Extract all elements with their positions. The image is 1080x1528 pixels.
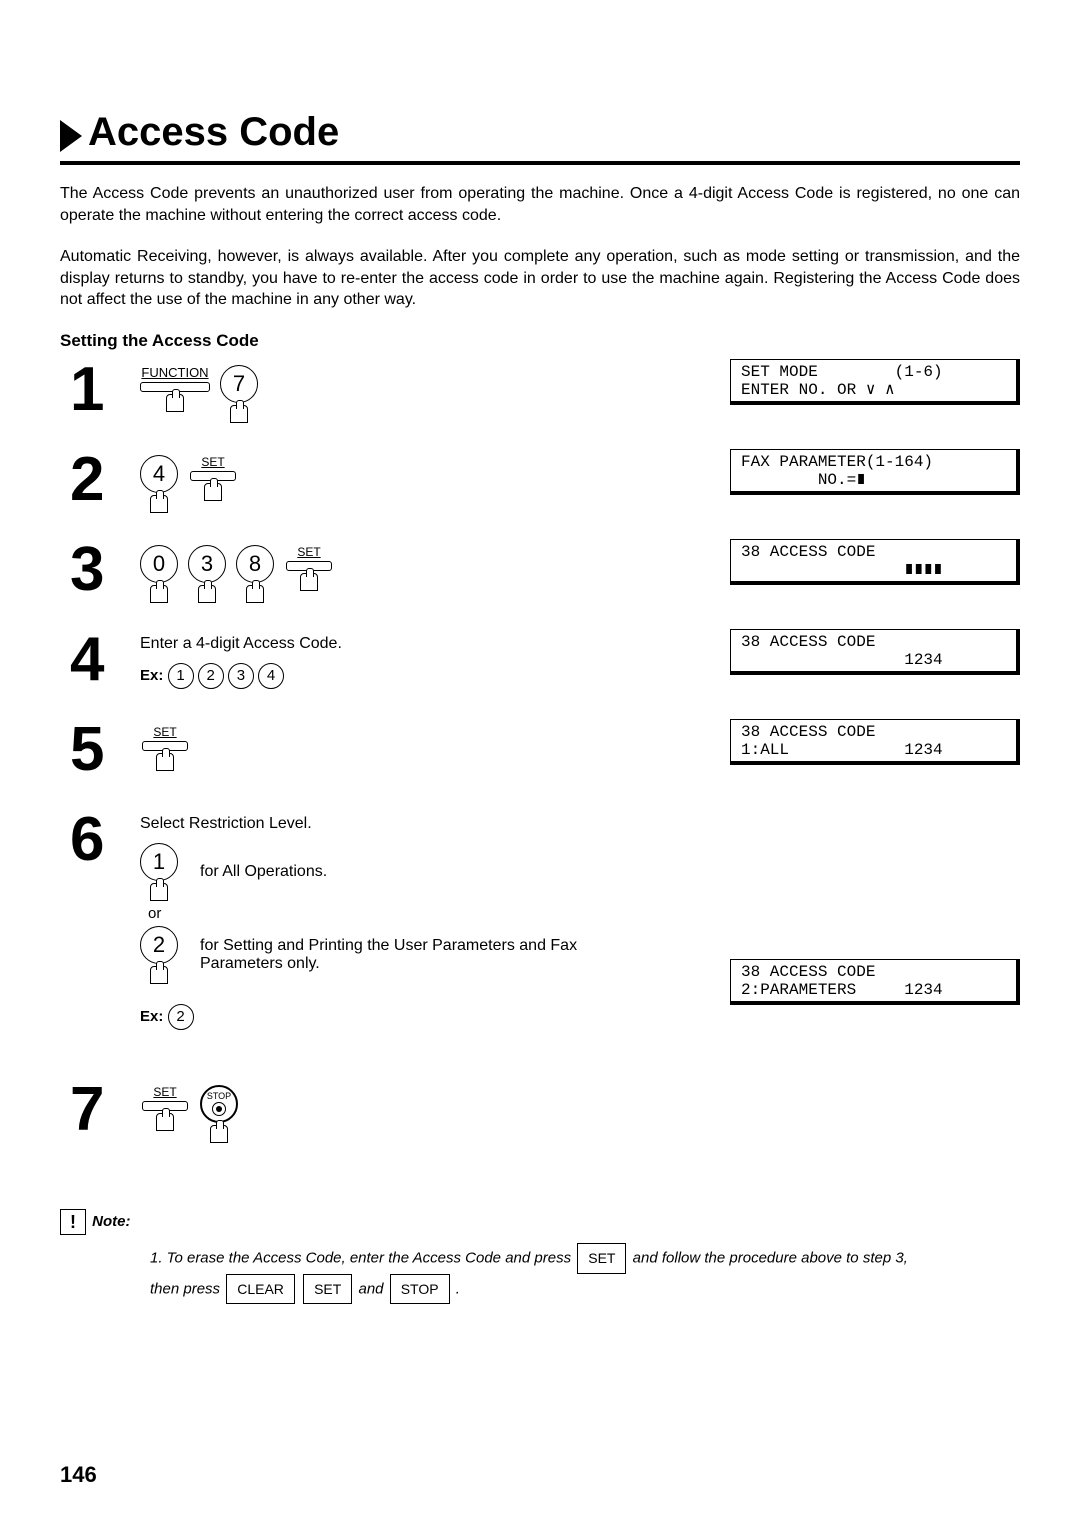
alert-icon: ! bbox=[60, 1209, 86, 1235]
press-icon bbox=[210, 1125, 228, 1143]
digit-label: 3 bbox=[188, 545, 226, 583]
step-number: 2 bbox=[60, 449, 140, 511]
digit-label: 1 bbox=[140, 843, 178, 881]
digit-key-7: 7 bbox=[220, 365, 258, 423]
digit-key-3: 3 bbox=[188, 545, 226, 603]
press-icon bbox=[150, 966, 168, 984]
set-key: SET bbox=[188, 455, 238, 501]
title-block: Access Code bbox=[60, 110, 1020, 165]
step-7: 7 SET STOP bbox=[60, 1079, 1020, 1159]
step-6: 6 Select Restriction Level. 1 for All Op… bbox=[60, 809, 1020, 1069]
step-text: Enter a 4-digit Access Code. bbox=[140, 635, 710, 653]
note-text: and bbox=[358, 1280, 387, 1297]
digit-key-3: 3 bbox=[228, 663, 254, 689]
lcd-display: 38 ACCESS CODE 1234 bbox=[730, 629, 1020, 675]
stop-circle-icon: STOP bbox=[200, 1085, 238, 1123]
press-icon bbox=[150, 585, 168, 603]
digit-label: 2 bbox=[140, 926, 178, 964]
stop-key: STOP bbox=[200, 1085, 238, 1143]
set-label: SET bbox=[140, 725, 190, 739]
set-key: SET bbox=[284, 545, 334, 591]
press-icon bbox=[166, 394, 184, 412]
set-button-box: SET bbox=[577, 1243, 626, 1274]
lcd-display: SET MODE (1-6) ENTER NO. OR ∨ ∧ bbox=[730, 359, 1020, 405]
digit-key-2: 2 bbox=[140, 926, 178, 984]
lcd-display: 38 ACCESS CODE 2:PARAMETERS 1234 bbox=[730, 959, 1020, 1005]
digit-label: 0 bbox=[140, 545, 178, 583]
digit-key-8: 8 bbox=[236, 545, 274, 603]
step-3: 3 0 3 8 SET 38 ACCESS CODE bbox=[60, 539, 1020, 619]
step-number: 5 bbox=[60, 719, 140, 781]
subheading: Setting the Access Code bbox=[60, 331, 1020, 351]
step-number: 3 bbox=[60, 539, 140, 601]
function-key: FUNCTION bbox=[140, 365, 210, 412]
lcd-display: FAX PARAMETER(1-164) NO.=∎ bbox=[730, 449, 1020, 495]
press-icon bbox=[156, 753, 174, 771]
set-label: SET bbox=[140, 1085, 190, 1099]
step-5: 5 SET 38 ACCESS CODE 1:ALL 1234 bbox=[60, 719, 1020, 799]
example-label: Ex: bbox=[140, 667, 163, 684]
option-1-desc: for All Operations. bbox=[200, 863, 327, 881]
step-number: 6 bbox=[60, 809, 140, 871]
note-text: then press bbox=[150, 1280, 224, 1297]
step-number: 1 bbox=[60, 359, 140, 421]
example-line: Ex: 2 bbox=[140, 1004, 710, 1030]
example-label: Ex: bbox=[140, 1008, 163, 1025]
set-button-box: SET bbox=[303, 1274, 352, 1305]
press-icon bbox=[246, 585, 264, 603]
option-1-row: 1 for All Operations. bbox=[140, 843, 710, 901]
note-text: and follow the procedure above to step 3… bbox=[633, 1249, 908, 1266]
digit-key-1: 1 bbox=[168, 663, 194, 689]
digit-key-0: 0 bbox=[140, 545, 178, 603]
or-text: or bbox=[148, 905, 710, 922]
stop-label: STOP bbox=[207, 1091, 231, 1101]
function-label: FUNCTION bbox=[141, 365, 208, 380]
option-2-row: 2 for Setting and Printing the User Para… bbox=[140, 926, 710, 984]
clear-button-box: CLEAR bbox=[226, 1274, 295, 1305]
digit-label: 4 bbox=[140, 455, 178, 493]
step-2: 2 4 SET FAX PARAMETER(1-164) NO.=∎ bbox=[60, 449, 1020, 529]
step-number: 7 bbox=[60, 1079, 140, 1141]
step-number: 4 bbox=[60, 629, 140, 691]
note-block: ! Note: 1. To erase the Access Code, ent… bbox=[60, 1209, 1020, 1304]
note-body: 1. To erase the Access Code, enter the A… bbox=[150, 1243, 1020, 1304]
intro-paragraph-1: The Access Code prevents an unauthorized… bbox=[60, 183, 1020, 226]
press-icon bbox=[156, 1113, 174, 1131]
stop-button-box: STOP bbox=[390, 1274, 450, 1305]
intro-paragraph-2: Automatic Receiving, however, is always … bbox=[60, 246, 1020, 311]
note-label: Note: bbox=[92, 1213, 130, 1230]
digit-label: 7 bbox=[220, 365, 258, 403]
digit-key-1: 1 bbox=[140, 843, 178, 901]
digit-key-4: 4 bbox=[140, 455, 178, 513]
press-icon bbox=[198, 585, 216, 603]
digit-label: 8 bbox=[236, 545, 274, 583]
step-text: Select Restriction Level. bbox=[140, 815, 710, 833]
lcd-display: 38 ACCESS CODE 1:ALL 1234 bbox=[730, 719, 1020, 765]
step-1: 1 FUNCTION 7 SET MODE (1-6) ENTER NO. OR… bbox=[60, 359, 1020, 439]
press-icon bbox=[204, 483, 222, 501]
press-icon bbox=[300, 573, 318, 591]
press-icon bbox=[150, 883, 168, 901]
step-4: 4 Enter a 4-digit Access Code. Ex: 1 2 3… bbox=[60, 629, 1020, 709]
set-key: SET bbox=[140, 725, 190, 771]
lcd-display: 38 ACCESS CODE ∎∎∎∎ bbox=[730, 539, 1020, 585]
digit-key-4: 4 bbox=[258, 663, 284, 689]
digit-key-2: 2 bbox=[198, 663, 224, 689]
press-icon bbox=[230, 405, 248, 423]
set-label: SET bbox=[188, 455, 238, 469]
press-icon bbox=[150, 495, 168, 513]
option-2-desc: for Setting and Printing the User Parame… bbox=[200, 937, 600, 973]
note-text: 1. To erase the Access Code, enter the A… bbox=[150, 1249, 575, 1266]
page-number: 146 bbox=[60, 1462, 97, 1488]
stop-inner-icon bbox=[212, 1102, 226, 1116]
digit-key-2: 2 bbox=[168, 1004, 194, 1030]
example-line: Ex: 1 2 3 4 bbox=[140, 663, 710, 689]
set-label: SET bbox=[284, 545, 334, 559]
set-key: SET bbox=[140, 1085, 190, 1131]
right-triangle-icon bbox=[60, 120, 82, 152]
page-title: Access Code bbox=[88, 110, 339, 161]
note-text: . bbox=[456, 1280, 460, 1297]
